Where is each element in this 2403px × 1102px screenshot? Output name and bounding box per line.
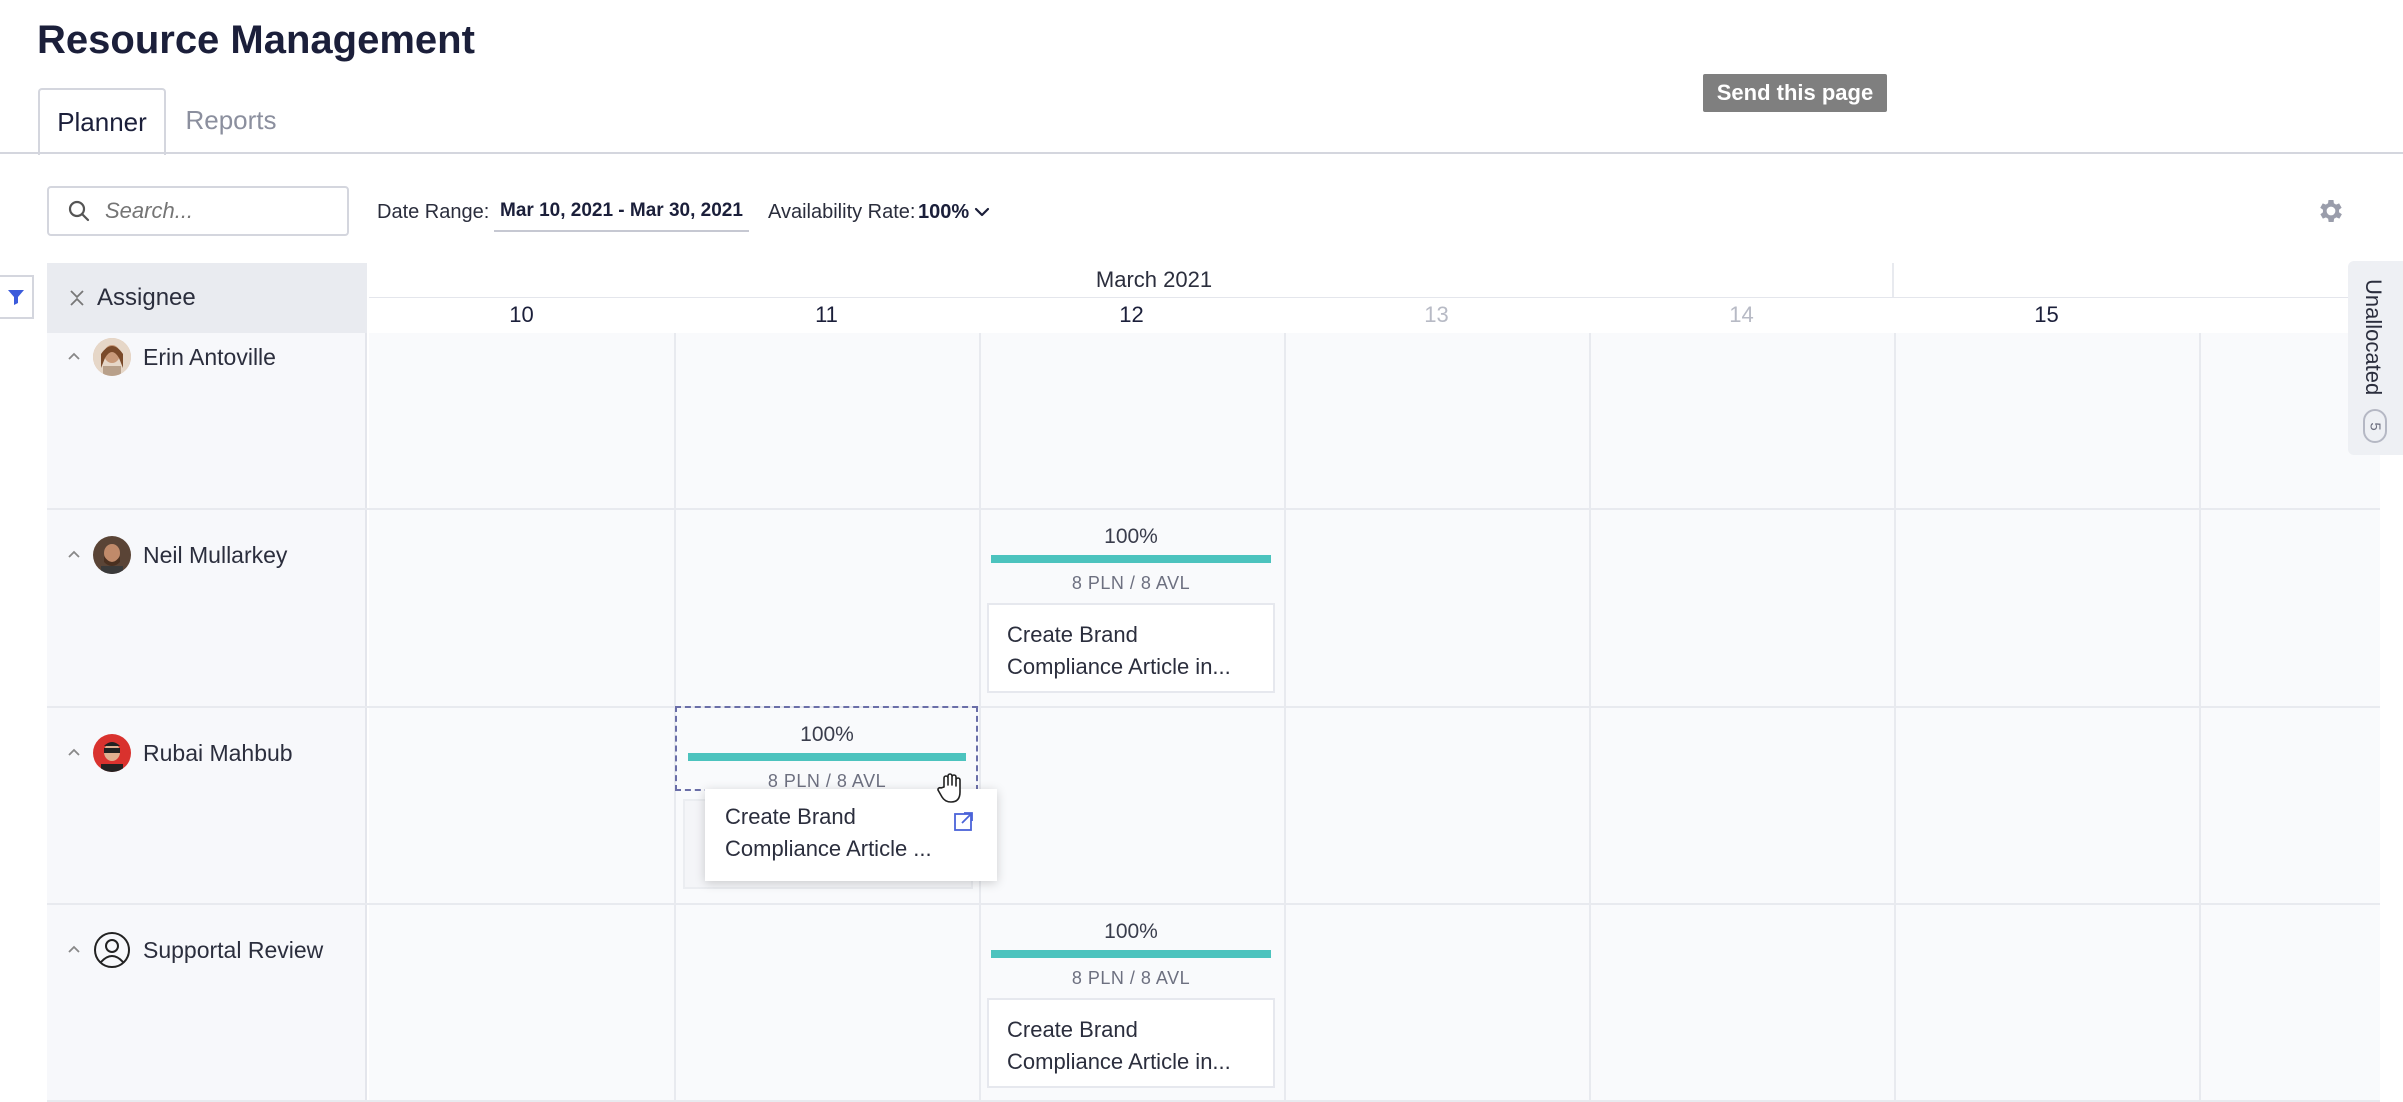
search-box[interactable] — [47, 186, 349, 236]
day-divider — [1284, 333, 1286, 1102]
unallocated-count-badge: 5 — [2363, 409, 2387, 443]
allocation-percent: 100% — [1104, 920, 1158, 943]
unallocated-panel-tab[interactable]: Unallocated 5 — [2348, 261, 2403, 455]
assignee-name: Rubai Mahbub — [143, 739, 293, 766]
chevron-up-icon[interactable] — [65, 546, 83, 564]
day-header: 10 — [509, 302, 534, 327]
avatar — [93, 734, 131, 772]
assignee-header[interactable]: Assignee — [47, 263, 367, 333]
allocation-bar — [688, 753, 966, 761]
search-icon — [68, 200, 90, 222]
chevron-up-icon[interactable] — [65, 941, 83, 959]
day-header: 15 — [2034, 302, 2059, 327]
calendar-area — [369, 333, 2380, 1102]
send-this-page-button[interactable]: Send this page — [1703, 74, 1887, 112]
assignee-row[interactable]: Neil Mullarkey — [47, 535, 367, 575]
allocation-bar — [991, 555, 1271, 563]
allocation-hours: 8 PLN / 8 AVL — [1071, 573, 1191, 593]
avatar — [93, 338, 131, 376]
allocation-bar — [991, 950, 1271, 958]
gear-icon[interactable] — [2316, 196, 2346, 226]
day-header: 12 — [1119, 302, 1144, 327]
assignee-header-label: Assignee — [97, 284, 196, 311]
row-divider — [47, 508, 2380, 510]
filter-button[interactable] — [0, 275, 34, 319]
assignee-name: Supportal Review — [143, 936, 324, 963]
allocation-hours: 8 PLN / 8 AVL — [1071, 968, 1191, 988]
grab-cursor-icon — [937, 773, 961, 803]
tab-reports[interactable]: Reports — [172, 88, 290, 152]
availability-rate-label: Availability Rate: — [768, 201, 916, 223]
dragged-task-title: Create Brand Compliance Article ... — [725, 804, 932, 861]
tab-planner[interactable]: Planner — [38, 88, 166, 155]
task-card[interactable]: Create Brand Compliance Article in... — [987, 603, 1275, 693]
row-divider — [47, 706, 2380, 708]
day-divider — [1589, 333, 1591, 1102]
assignee-row[interactable]: Rubai Mahbub — [47, 733, 367, 773]
day-divider — [1894, 333, 1896, 1102]
day-header: 11 — [815, 302, 838, 327]
month-label: March 2021 — [1095, 267, 1213, 292]
date-range-picker[interactable]: Mar 10, 2021 - Mar 30, 2021 — [494, 196, 749, 232]
planner-grid: Assignee March 2021 10 11 12 13 14 15 1 … — [47, 263, 2380, 1102]
allocation-percent: 100% — [800, 723, 854, 746]
day-divider — [2199, 333, 2201, 1102]
chevron-down-icon[interactable] — [972, 202, 992, 222]
availability-rate-select[interactable]: 100% — [918, 201, 969, 224]
chevron-up-icon[interactable] — [65, 348, 83, 366]
unallocated-count: 5 — [2366, 421, 2384, 431]
assignee-row[interactable]: Supportal Review — [47, 930, 367, 970]
day-header-weekend: 13 — [1424, 302, 1449, 327]
external-link-icon[interactable] — [953, 810, 975, 832]
tabs-divider — [0, 152, 2403, 154]
assignee-name: Erin Antoville — [143, 343, 276, 370]
filter-icon — [8, 290, 24, 305]
assignee-name: Neil Mullarkey — [143, 541, 288, 568]
avatar — [93, 536, 131, 574]
assignee-column — [47, 333, 367, 1102]
collapse-all-icon[interactable] — [67, 288, 87, 308]
month-divider — [1892, 263, 1894, 297]
user-outline-icon — [93, 931, 131, 969]
allocation-percent: 100% — [1104, 525, 1158, 548]
unallocated-label: Unallocated — [2361, 279, 2386, 396]
day-divider — [979, 333, 981, 1102]
row-divider — [47, 903, 2380, 905]
day-header-weekend: 14 — [1729, 302, 1754, 327]
date-range-label: Date Range: — [377, 201, 490, 223]
page-title: Resource Management — [37, 18, 475, 62]
search-input[interactable] — [103, 197, 327, 225]
assignee-row[interactable]: Erin Antoville — [47, 337, 367, 377]
chevron-up-icon[interactable] — [65, 744, 83, 762]
task-card[interactable]: Create Brand Compliance Article in... — [987, 998, 1275, 1088]
